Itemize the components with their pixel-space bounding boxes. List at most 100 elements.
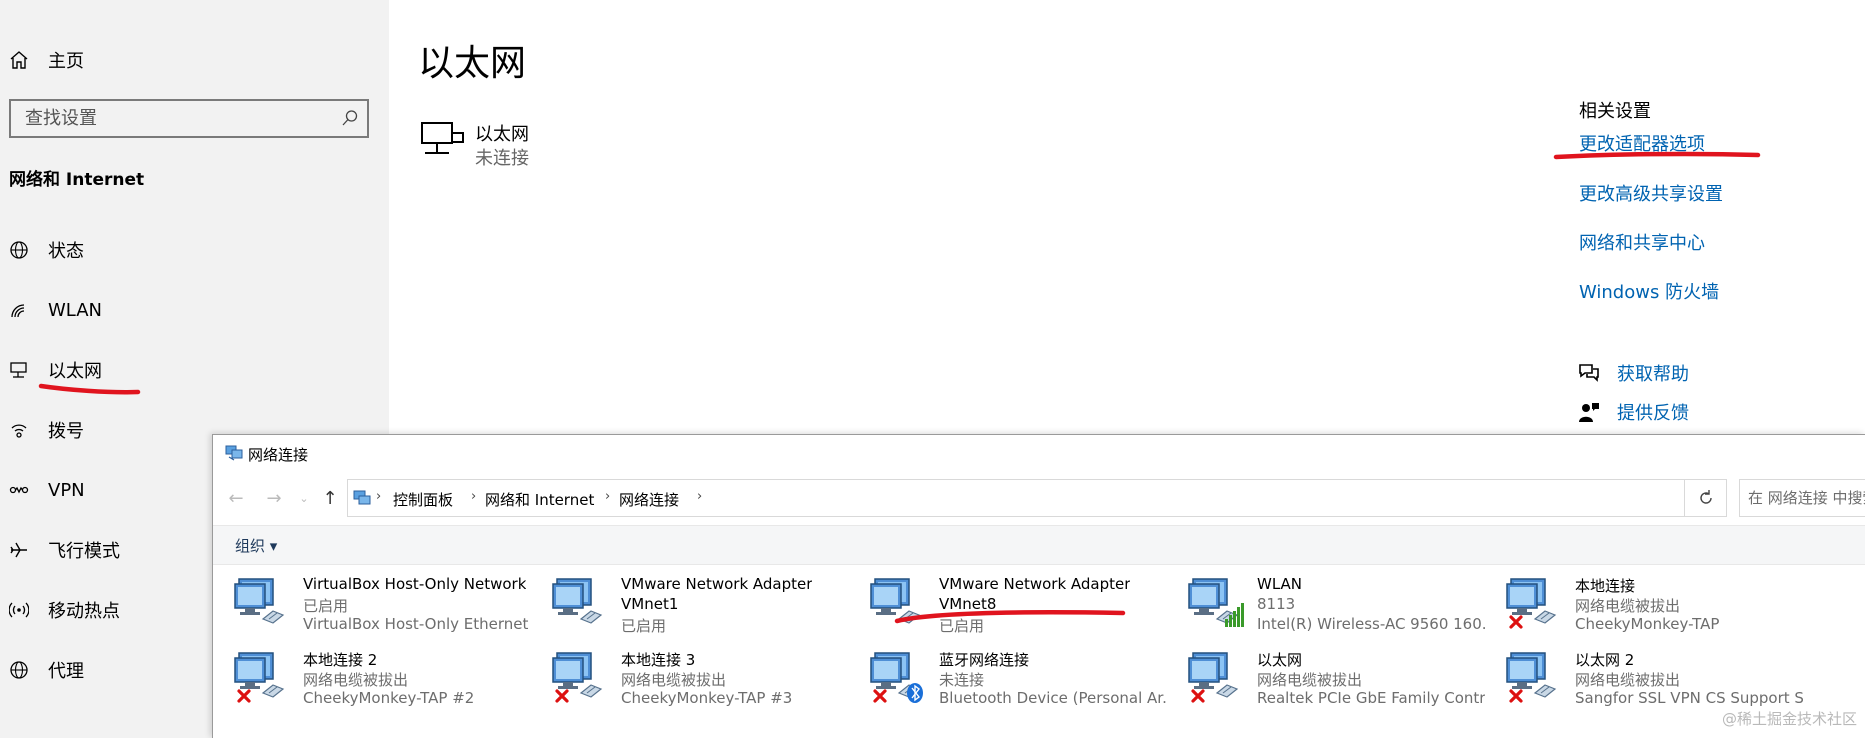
connection-item[interactable]: 本地连接 网络电缆被拔出 CheekyMonkey-TAP bbox=[1485, 567, 1803, 637]
connection-device: 已启用 bbox=[939, 617, 985, 635]
connection-item[interactable]: 以太网 2 网络电缆被拔出 Sangfor SSL VPN CS Support S… bbox=[1485, 641, 1803, 711]
connection-status: 网络电缆被拔出 bbox=[1257, 671, 1363, 689]
forward-button[interactable]: → bbox=[263, 487, 285, 509]
change-adapter-options-link[interactable]: 更改适配器选项 bbox=[1579, 130, 1705, 156]
get-help-label: 获取帮助 bbox=[1617, 364, 1689, 385]
connection-item[interactable]: VirtualBox Host-Only Network 已启用 VirtualBo… bbox=[213, 567, 531, 637]
connection-item[interactable]: WLAN 8113 Intel(R) Wireless-AC 9560 160... bbox=[1167, 567, 1485, 637]
organize-button[interactable]: 组织 ▾ bbox=[235, 535, 277, 556]
connection-device: Realtek PCIe GbE Family Contr... bbox=[1257, 689, 1485, 707]
breadcrumb-separator[interactable]: › bbox=[697, 489, 702, 504]
connection-name: 本地连接 3 bbox=[621, 651, 696, 669]
address-bar[interactable]: › 控制面板 › 网络和 Internet › 网络连接 › bbox=[347, 479, 1801, 517]
connection-status: 8113 bbox=[1257, 595, 1296, 613]
sidebar-item-label: 代理 bbox=[48, 661, 84, 682]
network-adapter-icon bbox=[234, 652, 285, 703]
settings-search-input[interactable] bbox=[11, 101, 331, 136]
settings-search[interactable] bbox=[9, 99, 369, 138]
proxy-globe-icon bbox=[8, 659, 30, 681]
connection-item[interactable]: 本地连接 3 网络电缆被拔出 CheekyMonkey-TAP #3 bbox=[531, 641, 849, 711]
windows-firewall-link[interactable]: Windows 防火墙 bbox=[1579, 278, 1719, 304]
connection-name: 本地连接 bbox=[1575, 577, 1636, 595]
sidebar-home[interactable]: 主页 bbox=[0, 35, 389, 85]
search-icon[interactable] bbox=[341, 109, 359, 127]
window-titlebar[interactable]: 网络连接 bbox=[213, 435, 1865, 473]
sidebar-item-status[interactable]: 状态 bbox=[0, 225, 389, 275]
back-button[interactable]: ← bbox=[225, 487, 247, 509]
connection-name: 蓝牙网络连接 bbox=[939, 651, 1030, 669]
network-adapter-icon bbox=[234, 578, 285, 624]
advanced-sharing-link[interactable]: 更改高级共享设置 bbox=[1579, 180, 1723, 206]
breadcrumb-separator[interactable]: › bbox=[605, 489, 610, 504]
help-chat-icon bbox=[1579, 364, 1599, 382]
connection-device: Sangfor SSL VPN CS Support S... bbox=[1575, 689, 1803, 707]
connection-name: VirtualBox Host-Only Network bbox=[303, 575, 527, 593]
window-search[interactable] bbox=[1739, 479, 1865, 517]
window-title: 网络连接 bbox=[248, 446, 309, 464]
give-feedback-label: 提供反馈 bbox=[1617, 403, 1689, 424]
connection-name: VMware Network Adapter bbox=[939, 575, 1131, 593]
ethernet-adapter-name[interactable]: 以太网 bbox=[475, 120, 529, 146]
refresh-button[interactable] bbox=[1685, 479, 1727, 517]
breadcrumb-control-panel[interactable]: 控制面板 bbox=[393, 489, 453, 510]
page-title: 以太网 bbox=[418, 43, 527, 84]
breadcrumb-separator[interactable]: › bbox=[471, 489, 476, 504]
feedback-person-icon bbox=[1579, 403, 1599, 422]
network-connections-icon bbox=[225, 445, 243, 461]
window-search-input[interactable] bbox=[1740, 480, 1865, 516]
connection-item[interactable]: VMware Network Adapter VMnet1 已启用 bbox=[531, 567, 849, 637]
get-help-link[interactable]: 获取帮助 bbox=[1577, 360, 1689, 386]
network-adapter-icon bbox=[870, 578, 921, 624]
sidebar-item-label: VPN bbox=[48, 479, 85, 501]
sidebar-item-label: 状态 bbox=[48, 241, 84, 262]
connection-item[interactable]: 以太网 网络电缆被拔出 Realtek PCIe GbE Family Contr.… bbox=[1167, 641, 1485, 711]
sidebar-item-label: WLAN bbox=[48, 299, 103, 321]
ethernet-icon bbox=[8, 359, 30, 381]
network-adapter-icon bbox=[1506, 652, 1557, 703]
vpn-icon bbox=[8, 479, 30, 501]
connection-status: 网络电缆被拔出 bbox=[621, 671, 727, 689]
network-adapter-icon bbox=[1188, 578, 1244, 627]
breadcrumb-network-connections[interactable]: 网络连接 bbox=[619, 489, 679, 510]
connection-device: Intel(R) Wireless-AC 9560 160... bbox=[1257, 615, 1485, 633]
globe-status-icon bbox=[8, 239, 30, 261]
breadcrumb-network-internet[interactable]: 网络和 Internet bbox=[485, 489, 594, 510]
sidebar-item-wlan[interactable]: WLAN bbox=[0, 285, 389, 335]
network-adapter-icon bbox=[1506, 578, 1557, 629]
watermark: @稀土掘金技术社区 bbox=[1721, 710, 1857, 728]
connection-status: 网络电缆被拔出 bbox=[1575, 671, 1681, 689]
connection-device: CheekyMonkey-TAP #2 bbox=[303, 689, 475, 707]
connection-status: 已启用 bbox=[303, 597, 349, 615]
network-adapter-icon bbox=[1188, 652, 1239, 703]
network-sharing-center-link[interactable]: 网络和共享中心 bbox=[1579, 229, 1705, 255]
connection-item[interactable]: VMware Network Adapter VMnet8 已启用 bbox=[849, 567, 1167, 637]
connection-item[interactable]: 蓝牙网络连接 未连接 Bluetooth Device (Personal Ar..… bbox=[849, 641, 1167, 711]
connection-status: 网络电缆被拔出 bbox=[303, 671, 409, 689]
connection-device: Bluetooth Device (Personal Ar... bbox=[939, 689, 1167, 707]
ethernet-monitor-icon[interactable] bbox=[419, 120, 465, 160]
recent-dropdown-button[interactable]: ⌄ bbox=[293, 487, 315, 509]
wifi-icon bbox=[8, 299, 30, 321]
connection-device: 已启用 bbox=[621, 617, 667, 635]
refresh-icon bbox=[1699, 490, 1712, 504]
airplane-icon bbox=[8, 539, 30, 561]
sidebar-item-ethernet[interactable]: 以太网 bbox=[0, 345, 389, 395]
connection-item[interactable]: 本地连接 2 网络电缆被拔出 CheekyMonkey-TAP #2 bbox=[213, 641, 531, 711]
connection-name: WLAN bbox=[1257, 575, 1303, 593]
home-icon bbox=[8, 49, 30, 71]
breadcrumb-separator[interactable]: › bbox=[376, 489, 381, 504]
connection-device: VirtualBox Host-Only Ethernet ... bbox=[303, 615, 531, 633]
sidebar-item-label: 拨号 bbox=[48, 421, 84, 442]
control-panel-icon bbox=[353, 490, 371, 505]
command-bar: 组织 ▾ bbox=[213, 525, 1865, 565]
sidebar-item-label: 移动热点 bbox=[48, 601, 120, 622]
connection-name: 本地连接 2 bbox=[303, 651, 378, 669]
give-feedback-link[interactable]: 提供反馈 bbox=[1577, 399, 1689, 425]
network-adapter-icon bbox=[870, 652, 923, 703]
network-adapter-icon bbox=[552, 578, 603, 624]
up-button[interactable]: ↑ bbox=[319, 487, 341, 509]
section-title: 网络和 Internet bbox=[9, 170, 145, 190]
sidebar-home-label: 主页 bbox=[48, 51, 84, 72]
connection-status: 未连接 bbox=[939, 671, 985, 689]
connection-status: 网络电缆被拔出 bbox=[1575, 597, 1681, 615]
